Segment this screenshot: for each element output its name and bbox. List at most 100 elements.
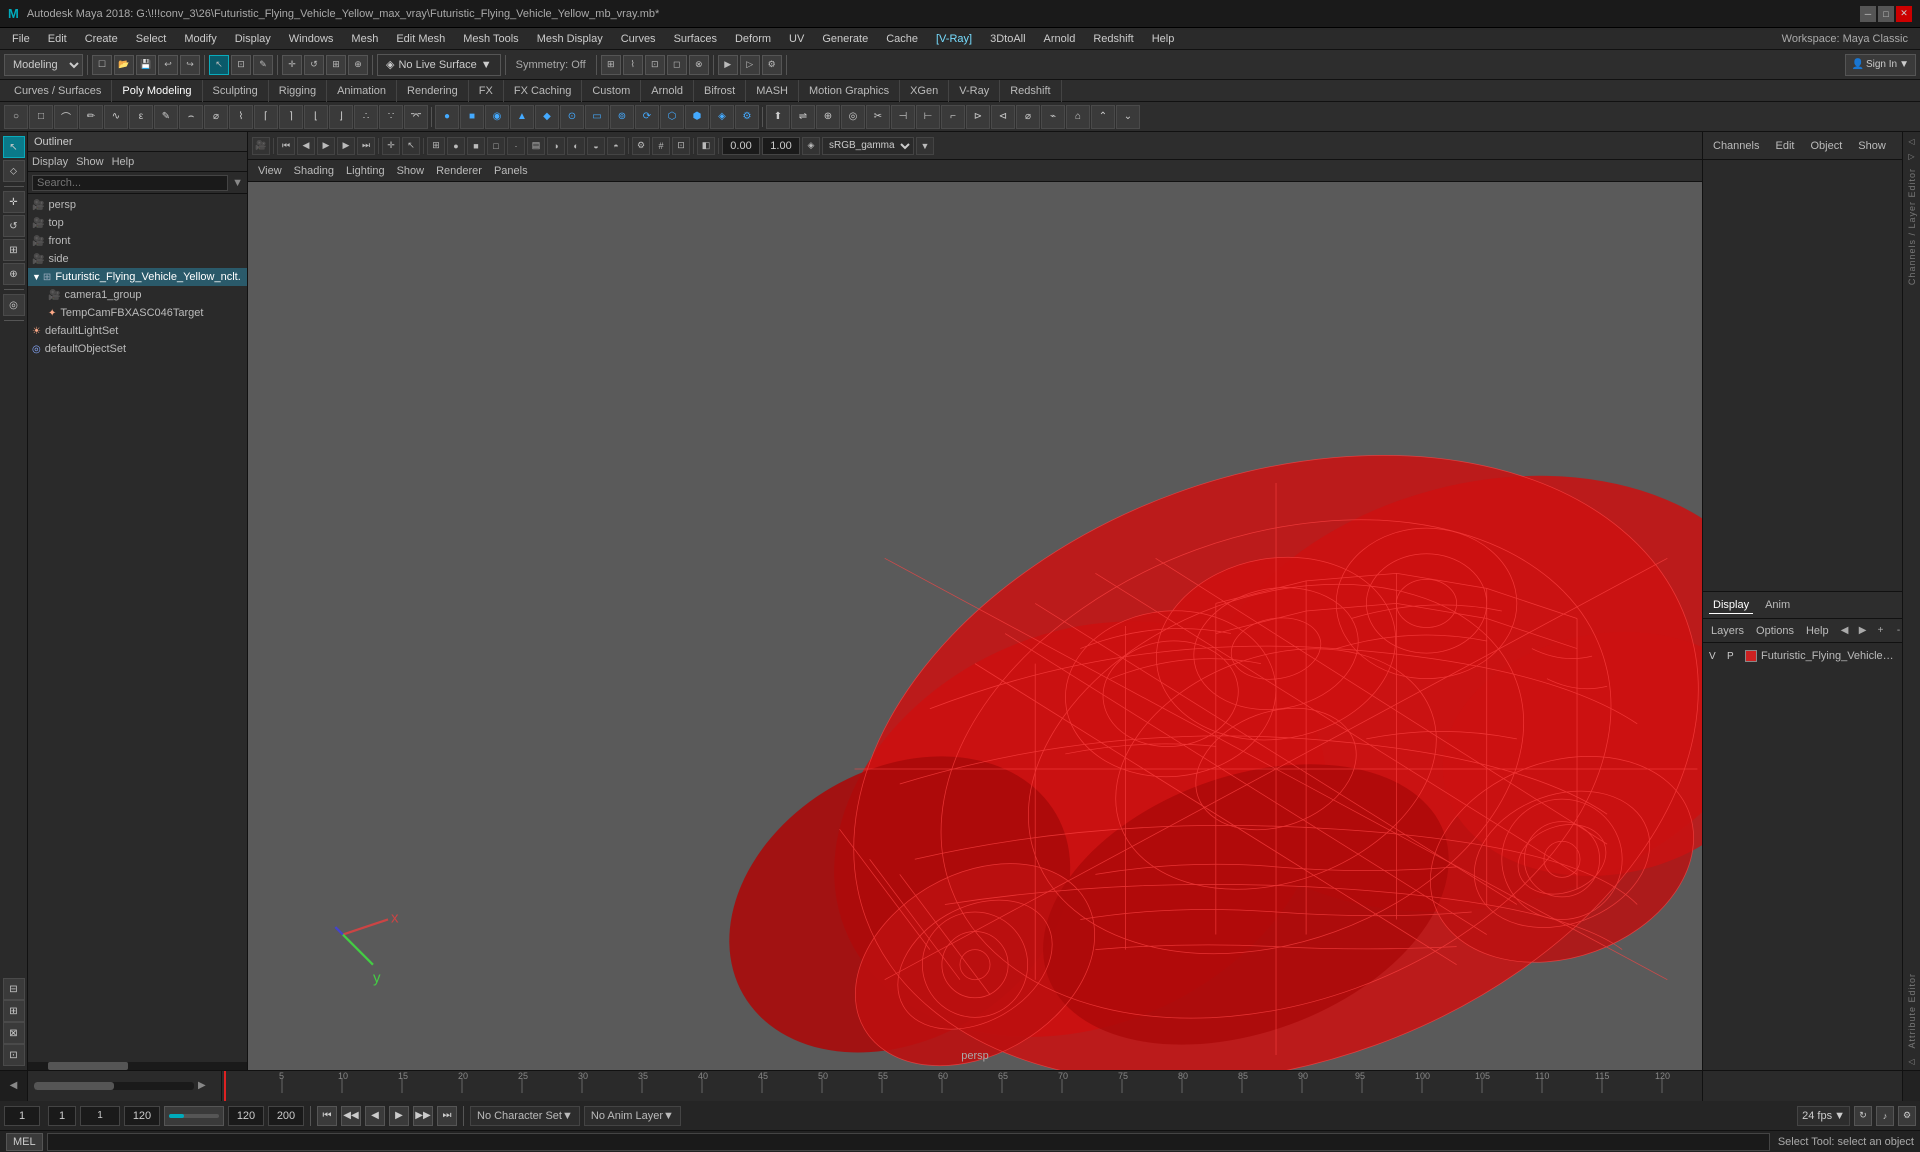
vp-menu-lighting[interactable]: Lighting <box>340 163 391 179</box>
shelf-helix[interactable]: ⟳ <box>635 105 659 129</box>
menu-edit-mesh[interactable]: Edit Mesh <box>388 31 453 47</box>
range-end-input[interactable] <box>124 1106 160 1126</box>
timeline-track[interactable]: 5 10 15 20 25 30 35 40 45 50 5 <box>222 1071 1702 1101</box>
go-end-btn[interactable]: ⏭ <box>437 1106 457 1126</box>
tl-outliner-scrollbar[interactable] <box>34 1082 194 1090</box>
outliner-help-menu[interactable]: Help <box>112 156 135 168</box>
quick-layout3-icon[interactable]: ⊠ <box>3 1022 25 1044</box>
outliner-item-front[interactable]: 🎥 front <box>28 232 247 250</box>
snap-surface-icon[interactable]: ◻ <box>667 55 687 75</box>
tl-left-arrow[interactable]: ◀ <box>10 1080 18 1091</box>
rvt-top-icon2[interactable]: ▷ <box>1905 149 1919 163</box>
shelf-circle[interactable]: ○ <box>4 105 28 129</box>
layer-v-check[interactable]: V <box>1709 651 1723 662</box>
tab-rendering[interactable]: Rendering <box>397 80 469 102</box>
layer-p-check[interactable]: P <box>1727 651 1741 662</box>
quick-layout4-icon[interactable]: ⊡ <box>3 1044 25 1066</box>
shelf-plane[interactable]: ▭ <box>585 105 609 129</box>
menu-generate[interactable]: Generate <box>814 31 876 47</box>
shelf-extrude[interactable]: ⬆ <box>766 105 790 129</box>
shelf-wave[interactable]: ⌀ <box>204 105 228 129</box>
shelf-gear[interactable]: ⚙ <box>735 105 759 129</box>
layer-row[interactable]: V P Futuristic_Flying_Vehicle_Yello <box>1705 645 1900 667</box>
shelf-poke[interactable]: ⊳ <box>966 105 990 129</box>
shelf-reduce[interactable]: ⊲ <box>991 105 1015 129</box>
menu-surfaces[interactable]: Surfaces <box>666 31 725 47</box>
step-back-btn[interactable]: ◀◀ <box>341 1106 361 1126</box>
tab-bifrost[interactable]: Bifrost <box>694 80 746 102</box>
menu-display[interactable]: Display <box>227 31 279 47</box>
frame-range-bar[interactable]: 1 <box>80 1106 120 1126</box>
shelf-ep[interactable]: ε <box>129 105 153 129</box>
layer-next-icon[interactable]: ▶ <box>1855 623 1871 639</box>
shelf-cylinder[interactable]: ◉ <box>485 105 509 129</box>
outliner-display-menu[interactable]: Display <box>32 156 68 168</box>
outliner-item-tempcam[interactable]: ✦ TempCamFBXASC046Target <box>28 304 247 322</box>
rvt-bottom-icon[interactable]: ◁ <box>1905 1054 1919 1068</box>
shelf-three-pt[interactable]: ∴ <box>354 105 378 129</box>
menu-windows[interactable]: Windows <box>281 31 342 47</box>
tab-xgen[interactable]: XGen <box>900 80 949 102</box>
shelf-mirror[interactable]: ⌃ <box>1091 105 1115 129</box>
menu-mesh[interactable]: Mesh <box>343 31 386 47</box>
outliner-show-menu[interactable]: Show <box>76 156 104 168</box>
menu-mesh-tools[interactable]: Mesh Tools <box>455 31 526 47</box>
move-icon[interactable]: ✛ <box>282 55 302 75</box>
vp-bounding-box[interactable]: □ <box>487 137 505 155</box>
object-tab[interactable]: Object <box>1806 138 1846 154</box>
display-tab[interactable]: Display <box>1709 597 1753 614</box>
shelf-twist[interactable]: ⌋ <box>329 105 353 129</box>
scale-icon[interactable]: ⊞ <box>326 55 346 75</box>
show-manip-tool[interactable]: ⊕ <box>3 263 25 285</box>
tab-fx[interactable]: FX <box>469 80 504 102</box>
anim-tab[interactable]: Anim <box>1761 597 1794 613</box>
shelf-soccer[interactable]: ⬢ <box>685 105 709 129</box>
quick-layout2-icon[interactable]: ⊞ <box>3 1000 25 1022</box>
vp-color-manage[interactable]: ◈ <box>802 137 820 155</box>
vp-dof-icon[interactable]: ◓ <box>607 137 625 155</box>
vp-flat-icon[interactable]: ■ <box>467 137 485 155</box>
viewport-canvas[interactable]: x y persp <box>248 182 1702 1070</box>
menu-deform[interactable]: Deform <box>727 31 779 47</box>
shelf-append[interactable]: ⊕ <box>816 105 840 129</box>
current-frame-input[interactable] <box>4 1106 40 1126</box>
search-input[interactable] <box>32 175 228 191</box>
vp-gamma-arrow[interactable]: ▼ <box>916 137 934 155</box>
gamma-input[interactable] <box>762 137 800 155</box>
vp-show-grid[interactable]: # <box>652 137 670 155</box>
rotate-icon[interactable]: ↺ <box>304 55 324 75</box>
vp-play-back[interactable]: ▶ <box>317 137 335 155</box>
sign-in-btn[interactable]: 👤 Sign In ▼ <box>1845 54 1917 76</box>
snap-point-icon[interactable]: ⊡ <box>645 55 665 75</box>
shelf-multi-cut[interactable]: ✂ <box>866 105 890 129</box>
tab-custom[interactable]: Custom <box>582 80 641 102</box>
vp-texture-icon[interactable]: ▤ <box>527 137 545 155</box>
tab-poly-modeling[interactable]: Poly Modeling <box>112 80 202 102</box>
paint-tool[interactable]: ⬦ <box>3 160 25 182</box>
outliner-item-persp[interactable]: 🎥 persp <box>28 196 247 214</box>
tab-sculpting[interactable]: Sculpting <box>203 80 269 102</box>
menu-edit[interactable]: Edit <box>40 31 75 47</box>
tl-right-arrow-outliner[interactable]: ▶ <box>198 1080 206 1091</box>
layer-color-swatch[interactable] <box>1745 650 1757 662</box>
shelf-bridge[interactable]: ⇌ <box>791 105 815 129</box>
menu-uv[interactable]: UV <box>781 31 812 47</box>
minimize-btn[interactable]: ─ <box>1860 6 1876 22</box>
outliner-item-lightset[interactable]: ☀ defaultLightSet <box>28 322 247 340</box>
range-max-input[interactable] <box>268 1106 304 1126</box>
vp-prev-frame[interactable]: ⏮ <box>277 137 295 155</box>
tab-mash[interactable]: MASH <box>746 80 799 102</box>
shelf-smooth[interactable]: ⌀ <box>1016 105 1040 129</box>
loop-btn[interactable]: ↻ <box>1854 1106 1872 1126</box>
move-tool[interactable]: ✛ <box>3 191 25 213</box>
shelf-curve2[interactable]: ⌈ <box>254 105 278 129</box>
shelf-pipe[interactable]: ⊚ <box>610 105 634 129</box>
vp-shadow-icon[interactable]: ◑ <box>547 137 565 155</box>
shelf-wedge[interactable]: ⊢ <box>916 105 940 129</box>
outliner-item-objectset[interactable]: ◎ defaultObjectSet <box>28 340 247 358</box>
outliner-item-top[interactable]: 🎥 top <box>28 214 247 232</box>
render-settings-icon[interactable]: ⚙ <box>762 55 782 75</box>
exposure-input[interactable] <box>722 137 760 155</box>
layer-add-icon[interactable]: + <box>1873 623 1889 639</box>
outliner-item-futuristic-group[interactable]: ▼ ⊞ Futuristic_Flying_Vehicle_Yellow_ncl… <box>28 268 247 286</box>
